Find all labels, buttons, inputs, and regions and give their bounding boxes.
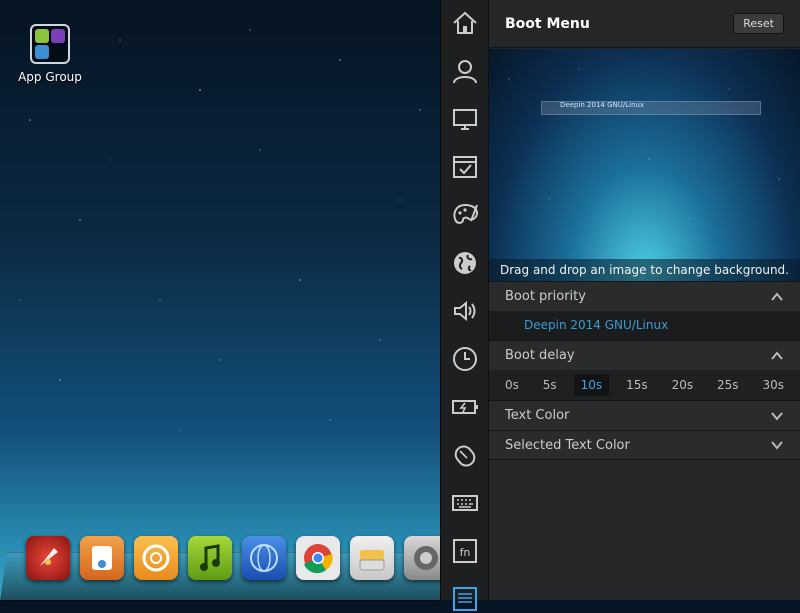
selected-text-color-label: Selected Text Color: [505, 437, 630, 453]
settings-category-bar: fn: [440, 0, 489, 611]
dock: [26, 536, 448, 582]
preview-boot-entry: Deepin 2014 GNU/Linux: [541, 101, 761, 115]
chevron-down-icon[interactable]: [770, 438, 784, 452]
software-store-icon[interactable]: [80, 536, 124, 580]
boot-delay-header[interactable]: Boot delay: [489, 340, 800, 370]
web-browser-icon[interactable]: [242, 536, 286, 580]
boot-priority-item[interactable]: Deepin 2014 GNU/Linux: [489, 311, 800, 340]
clock-icon[interactable]: [451, 345, 479, 373]
file-manager-icon[interactable]: [350, 536, 394, 580]
text-color-header[interactable]: Text Color: [489, 400, 800, 430]
app-group-label: App Group: [18, 70, 82, 84]
boot-priority-label: Boot priority: [505, 289, 586, 304]
chevron-up-icon[interactable]: [770, 349, 784, 363]
chrome-icon[interactable]: [296, 536, 340, 580]
boot-menu-panel: Boot Menu Reset Deepin 2014 GNU/Linux Dr…: [489, 0, 800, 600]
desktop-background: [19, 29, 421, 431]
mouse-icon[interactable]: [451, 441, 479, 469]
preview-boot-entry-text: Deepin 2014 GNU/Linux: [560, 101, 645, 109]
reset-button[interactable]: Reset: [733, 13, 784, 34]
boot-delay-options: 0s 5s 10s 15s 20s 25s 30s: [489, 370, 800, 400]
page-title: Boot Menu: [505, 15, 590, 32]
rocket-launcher-icon[interactable]: [26, 536, 70, 580]
boot-delay-option-30s[interactable]: 30s: [756, 374, 792, 396]
battery-icon[interactable]: [451, 393, 479, 421]
globe-icon[interactable]: [451, 249, 479, 277]
home-icon[interactable]: [451, 9, 479, 37]
spiral-app-icon[interactable]: [134, 536, 178, 580]
boot-delay-label: Boot delay: [505, 348, 575, 363]
selected-text-color-header[interactable]: Selected Text Color: [489, 430, 800, 460]
user-icon[interactable]: [451, 57, 479, 85]
music-player-icon[interactable]: [188, 536, 232, 580]
app-group-desktop-icon[interactable]: App Group: [14, 24, 86, 84]
palette-icon[interactable]: [451, 201, 479, 229]
app-group-icon: [30, 24, 70, 64]
window-check-icon[interactable]: [451, 153, 479, 181]
boot-delay-option-25s[interactable]: 25s: [710, 374, 746, 396]
keyboard-icon[interactable]: [451, 489, 479, 517]
preview-stars: [508, 68, 780, 220]
monitor-icon[interactable]: [451, 105, 479, 133]
fn-icon[interactable]: fn: [451, 537, 479, 565]
text-color-label: Text Color: [505, 408, 570, 423]
boot-delay-option-20s[interactable]: 20s: [665, 374, 701, 396]
boot-priority-header[interactable]: Boot priority: [489, 281, 800, 311]
list-icon[interactable]: [451, 585, 479, 613]
boot-delay-option-10s[interactable]: 10s: [573, 374, 610, 396]
chevron-up-icon[interactable]: [770, 290, 784, 304]
svg-text:fn: fn: [460, 546, 471, 559]
boot-background-preview[interactable]: Deepin 2014 GNU/Linux Drag and drop an i…: [489, 49, 800, 281]
boot-delay-option-5s[interactable]: 5s: [536, 374, 564, 396]
panel-header: Boot Menu Reset: [489, 0, 800, 48]
boot-delay-option-15s[interactable]: 15s: [619, 374, 655, 396]
preview-hint: Drag and drop an image to change backgro…: [489, 259, 800, 281]
boot-delay-option-0s[interactable]: 0s: [498, 374, 526, 396]
speaker-icon[interactable]: [451, 297, 479, 325]
chevron-down-icon[interactable]: [770, 409, 784, 423]
